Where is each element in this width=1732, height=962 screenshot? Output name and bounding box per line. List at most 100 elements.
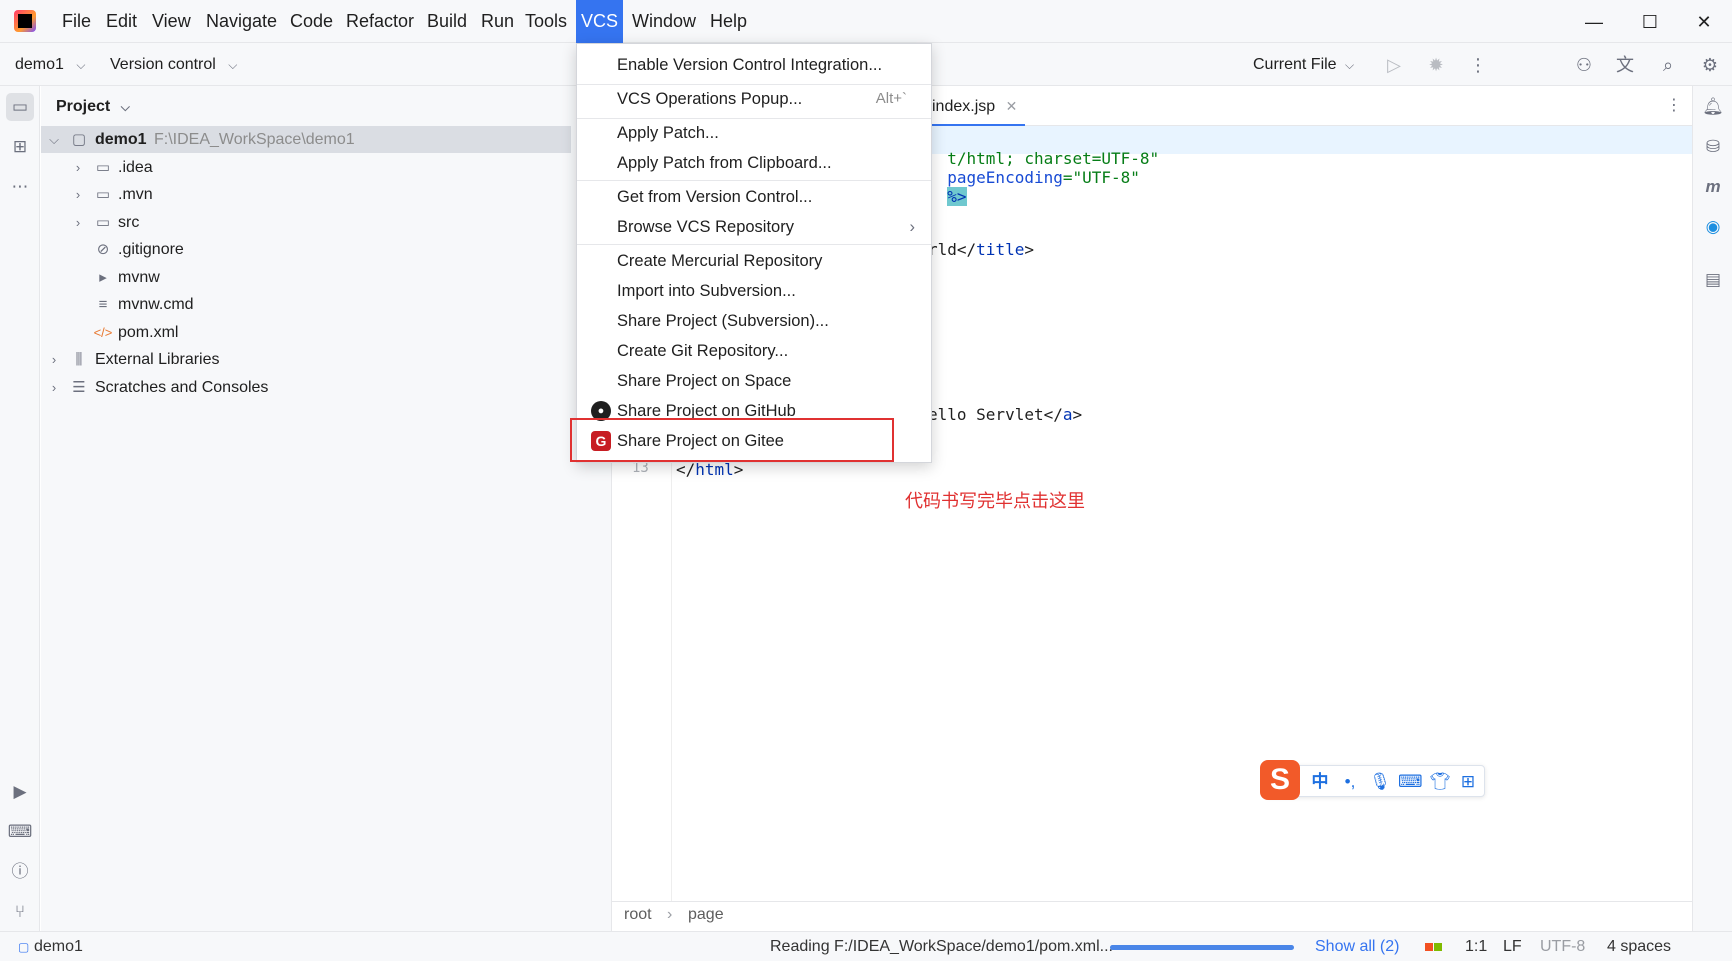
progress-bar bbox=[1110, 945, 1294, 950]
services-icon[interactable]: ▶ bbox=[6, 778, 34, 806]
vcs-widget[interactable]: Version control ⌵ bbox=[110, 43, 237, 86]
search-icon[interactable]: ⌕ bbox=[1656, 53, 1680, 77]
tree-item-label: Scratches and Consoles bbox=[95, 379, 269, 396]
tree-item-scratches[interactable]: › ☰ Scratches and Consoles bbox=[41, 374, 571, 401]
code-line-1: t/html; charset=UTF-8" pageEncoding="UTF… bbox=[928, 130, 1159, 206]
git-branch-icon[interactable]: ⑂ bbox=[6, 898, 34, 926]
editor-tab-label: index.jsp bbox=[932, 98, 996, 115]
keyboard-icon[interactable]: ⌨ bbox=[1398, 770, 1423, 794]
file-encoding[interactable]: UTF-8 bbox=[1540, 932, 1585, 962]
menu-item-apply-patch[interactable]: Apply Patch... bbox=[577, 118, 931, 148]
breadcrumb-page[interactable]: page bbox=[688, 906, 724, 924]
show-all-link[interactable]: Show all (2) bbox=[1315, 932, 1399, 962]
folder-icon: ▭ bbox=[95, 159, 111, 176]
chevron-right-icon[interactable]: › bbox=[47, 374, 61, 401]
editor-tab-index-jsp[interactable]: index.jsp ✕ bbox=[932, 86, 1026, 126]
menu-view[interactable]: View bbox=[145, 0, 198, 43]
tree-item-path: F:\IDEA_WorkSpace\demo1 bbox=[154, 131, 355, 148]
chevron-right-icon[interactable]: › bbox=[71, 209, 85, 236]
menu-refactor[interactable]: Refactor bbox=[339, 0, 421, 43]
menu-vcs[interactable]: VCS bbox=[576, 0, 623, 43]
debug-icon[interactable]: ✹ bbox=[1424, 53, 1448, 77]
skin-shirt-icon[interactable]: 👕︎ bbox=[1428, 770, 1452, 794]
menu-run[interactable]: Run bbox=[474, 0, 521, 43]
menu-build[interactable]: Build bbox=[420, 0, 474, 43]
run-icon[interactable]: ▷ bbox=[1382, 53, 1406, 77]
run-config-selector[interactable]: Current File ⌵ bbox=[1253, 43, 1354, 86]
tree-item-mvnw-cmd[interactable]: ≡ mvnw.cmd bbox=[41, 291, 571, 318]
menu-window[interactable]: Window bbox=[625, 0, 703, 43]
menu-item-apply-patch-clipboard[interactable]: Apply Patch from Clipboard... bbox=[577, 148, 931, 178]
ime-mode[interactable]: 中 bbox=[1308, 770, 1332, 794]
scratches-icon: ☰ bbox=[72, 379, 86, 396]
status-module[interactable]: demo1 bbox=[34, 932, 83, 962]
folder-icon: ▭ bbox=[95, 214, 111, 231]
maven-pom-icon: </> bbox=[93, 325, 113, 340]
menu-navigate[interactable]: Navigate bbox=[199, 0, 284, 43]
tree-item-mvn[interactable]: › ▭ .mvn bbox=[41, 181, 571, 208]
bookmarks-icon[interactable]: ▤ bbox=[1699, 266, 1727, 294]
code-token: a bbox=[1062, 405, 1073, 424]
more-tools-icon[interactable]: ⋯ bbox=[6, 173, 34, 201]
ai-assistant-icon[interactable]: ◉ bbox=[1699, 213, 1727, 241]
menu-item-browse-vcs-repository[interactable]: Browse VCS Repository › bbox=[577, 212, 931, 242]
microphone-icon[interactable]: 🎙︎ bbox=[1368, 770, 1392, 794]
intellij-logo-icon bbox=[14, 10, 36, 32]
code-token: ="UTF-8" bbox=[1062, 168, 1140, 187]
tree-item-mvnw[interactable]: ▸ mvnw bbox=[41, 264, 571, 291]
terminal-icon[interactable]: ⌨ bbox=[6, 818, 34, 846]
tree-item-demo1[interactable]: ⌵ ▢ demo1 F:\IDEA_WorkSpace\demo1 bbox=[41, 126, 571, 153]
tree-item-gitignore[interactable]: ⊘ .gitignore bbox=[41, 236, 571, 263]
close-tab-icon[interactable]: ✕ bbox=[1006, 98, 1018, 114]
menu-item-vcs-operations-popup[interactable]: VCS Operations Popup... Alt+` bbox=[577, 84, 931, 114]
progress-fill bbox=[1110, 945, 1294, 950]
menu-file[interactable]: File bbox=[55, 0, 98, 43]
more-actions-icon[interactable]: ⋮ bbox=[1466, 53, 1490, 77]
indent-setting[interactable]: 4 spaces bbox=[1607, 932, 1671, 962]
tree-item-src[interactable]: › ▭ src bbox=[41, 209, 571, 236]
database-icon[interactable]: ⛁ bbox=[1699, 133, 1727, 161]
chevron-right-icon[interactable]: › bbox=[47, 346, 61, 373]
menu-item-create-git-repository[interactable]: Create Git Repository... bbox=[577, 336, 931, 366]
tab-options-icon[interactable]: ⋮ bbox=[1662, 94, 1686, 118]
menu-help[interactable]: Help bbox=[703, 0, 754, 43]
settings-gear-icon[interactable]: ⚙ bbox=[1698, 53, 1722, 77]
project-tool-folder-icon[interactable]: ▭ bbox=[6, 93, 34, 121]
code-with-me-icon[interactable]: ⚇ bbox=[1572, 53, 1596, 77]
translate-icon[interactable]: 文 bbox=[1613, 53, 1637, 77]
problems-icon[interactable]: ⓘ bbox=[6, 858, 34, 886]
tree-item-external-libraries[interactable]: › ⫼ External Libraries bbox=[41, 346, 571, 373]
tree-item-pom-xml[interactable]: </> pom.xml bbox=[41, 319, 571, 346]
menu-tools[interactable]: Tools bbox=[518, 0, 574, 43]
menu-edit[interactable]: Edit bbox=[99, 0, 144, 43]
maven-icon[interactable]: m bbox=[1699, 173, 1727, 201]
breadcrumb-root[interactable]: root bbox=[624, 906, 652, 924]
chevron-down-icon[interactable]: ⌵ bbox=[47, 126, 61, 153]
menu-item-import-subversion[interactable]: Import into Subversion... bbox=[577, 276, 931, 306]
notifications-icon[interactable]: 🔔︎ bbox=[1699, 93, 1727, 121]
menu-bar: File Edit View Navigate Code Refactor Bu… bbox=[0, 0, 1732, 43]
menu-item-share-subversion[interactable]: Share Project (Subversion)... bbox=[577, 306, 931, 336]
project-panel-title[interactable]: Project ⌵ bbox=[56, 86, 130, 127]
minimize-icon[interactable]: — bbox=[1580, 8, 1608, 36]
toolbox-grid-icon[interactable]: ⊞ bbox=[1456, 770, 1480, 794]
chevron-right-icon[interactable]: › bbox=[71, 154, 85, 181]
structure-icon[interactable]: ⊞ bbox=[6, 133, 34, 161]
menu-item-share-space[interactable]: Share Project on Space bbox=[577, 366, 931, 396]
sogou-logo-icon: S bbox=[1260, 760, 1300, 800]
line-separator[interactable]: LF bbox=[1503, 932, 1522, 962]
menu-item-enable-vcs[interactable]: Enable Version Control Integration... bbox=[577, 50, 931, 80]
tree-item-idea[interactable]: › ▭ .idea bbox=[41, 154, 571, 181]
menu-item-create-mercurial[interactable]: Create Mercurial Repository bbox=[577, 246, 931, 276]
menu-code[interactable]: Code bbox=[283, 0, 340, 43]
caret-position[interactable]: 1:1 bbox=[1465, 932, 1487, 962]
maximize-icon[interactable]: ☐ bbox=[1636, 8, 1664, 36]
menu-item-label: Enable Version Control Integration... bbox=[617, 56, 883, 74]
library-icon: ⫼ bbox=[75, 351, 83, 368]
close-icon[interactable]: ✕ bbox=[1690, 8, 1718, 36]
chevron-right-icon[interactable]: › bbox=[71, 181, 85, 208]
project-selector[interactable]: demo1 ⌵ bbox=[15, 43, 85, 86]
tree-item-label: .mvn bbox=[118, 186, 153, 203]
menu-item-get-from-vcs[interactable]: Get from Version Control... bbox=[577, 182, 931, 212]
ime-punct[interactable]: •, bbox=[1338, 770, 1362, 794]
